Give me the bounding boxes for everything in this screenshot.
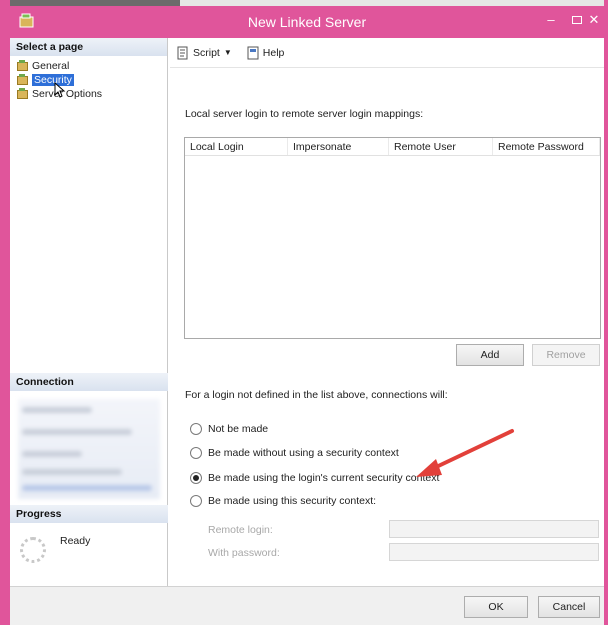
blurred-connection-info	[18, 399, 160, 499]
mouse-cursor-icon	[54, 82, 66, 98]
grid-header: Local Login Impersonate Remote User Remo…	[185, 138, 600, 156]
mapping-label: Local server login to remote server logi…	[185, 108, 424, 120]
progress-header: Progress	[10, 505, 168, 523]
window-border-left	[0, 0, 10, 625]
add-button[interactable]: Add	[456, 344, 524, 366]
login-mappings-grid[interactable]: Local Login Impersonate Remote User Remo…	[184, 137, 601, 339]
column-header[interactable]: Remote Password	[493, 138, 600, 155]
remote-login-input[interactable]	[389, 520, 599, 538]
page-list: General Security Server Options	[10, 56, 167, 103]
column-header[interactable]: Impersonate	[288, 138, 389, 155]
option-label: Not be made	[208, 423, 269, 435]
progress-spinner-icon	[20, 537, 46, 563]
option-label: Be made using this security context:	[208, 495, 377, 507]
left-pane: Select a page General Security Server Op…	[10, 38, 168, 586]
remote-login-label: Remote login:	[208, 524, 273, 536]
connection-header: Connection	[10, 373, 168, 391]
progress-status: Ready	[60, 535, 91, 547]
remove-button[interactable]: Remove	[532, 344, 600, 366]
window-title: New Linked Server	[247, 14, 367, 30]
select-page-header: Select a page	[10, 38, 167, 56]
script-button[interactable]: Script ▼	[176, 46, 238, 60]
radio-button[interactable]	[190, 423, 202, 435]
ok-button[interactable]: OK	[464, 596, 528, 618]
page-icon	[16, 60, 28, 71]
sidebar-item-label: Security	[32, 73, 74, 86]
script-icon	[177, 46, 188, 59]
option-this-security-context[interactable]: Be made using this security context:	[190, 495, 376, 507]
sidebar-item-security[interactable]: Security	[16, 73, 161, 86]
option-without-security-context[interactable]: Be made without using a security context	[190, 447, 399, 459]
title-bar[interactable]: New Linked Server – ✕	[10, 6, 604, 38]
radio-button-checked[interactable]	[190, 472, 202, 484]
radio-button[interactable]	[190, 447, 202, 459]
sidebar-item-server-options[interactable]: Server Options	[16, 87, 161, 100]
script-label: Script	[193, 46, 220, 59]
close-button[interactable]: ✕	[584, 9, 604, 31]
page-icon	[16, 74, 28, 85]
with-password-label: With password:	[208, 547, 280, 559]
option-label: Be made without using a security context	[208, 447, 399, 459]
column-header[interactable]: Local Login	[185, 138, 288, 155]
cancel-button[interactable]: Cancel	[538, 596, 600, 618]
sidebar-item-label: General	[32, 59, 70, 72]
annotation-arrow-icon	[416, 429, 514, 477]
with-password-input[interactable]	[389, 543, 599, 561]
help-button[interactable]: Help	[246, 46, 285, 60]
sidebar-item-label: Server Options	[32, 87, 103, 100]
window-border-right	[604, 0, 608, 625]
sidebar-item-general[interactable]: General	[16, 59, 161, 72]
toolbar: Script ▼ Help	[170, 38, 604, 68]
connections-label: For a login not defined in the list abov…	[185, 389, 448, 401]
chevron-down-icon[interactable]: ▼	[224, 48, 232, 57]
option-current-security-context[interactable]: Be made using the login's current securi…	[190, 472, 439, 484]
minimize-button[interactable]: –	[540, 9, 562, 31]
page-icon	[16, 88, 28, 99]
progress-section: Progress Ready	[10, 505, 168, 571]
help-label: Help	[262, 46, 285, 59]
option-not-be-made[interactable]: Not be made	[190, 423, 268, 435]
connection-section: Connection	[10, 373, 168, 499]
option-label: Be made using the login's current securi…	[208, 472, 440, 484]
help-icon	[247, 46, 259, 59]
radio-button[interactable]	[190, 495, 202, 507]
maximize-icon	[572, 16, 582, 24]
column-header[interactable]: Remote User	[389, 138, 493, 155]
